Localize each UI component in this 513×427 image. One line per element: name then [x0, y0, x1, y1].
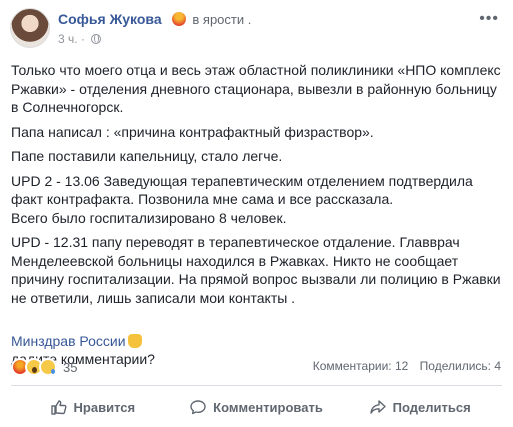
share-button[interactable]: Поделиться — [338, 389, 502, 425]
action-bar: Нравится Комментировать Поделиться — [11, 389, 502, 425]
post-paragraph: Только что моего отца и весь этаж област… — [11, 62, 501, 115]
share-arrow-icon — [369, 400, 386, 414]
like-button[interactable]: Нравится — [11, 389, 175, 425]
post-header: Софья Жукова в ярости . — [58, 11, 251, 27]
comment-icon — [190, 400, 206, 415]
engagement-counts: Комментарии: 12 Поделились: 4 — [305, 359, 501, 373]
post-content: Только что моего отца и весь этаж област… — [11, 61, 501, 369]
mention-link[interactable]: Минздрав России — [11, 333, 126, 349]
avatar[interactable] — [10, 8, 50, 48]
thumbs-up-icon — [50, 400, 67, 415]
divider — [11, 385, 502, 386]
angry-emoji-icon — [171, 12, 186, 26]
sad-icon — [39, 358, 57, 376]
comments-count[interactable]: Комментарии: 12 — [313, 359, 409, 373]
like-label: Нравится — [73, 399, 136, 415]
comment-button[interactable]: Комментировать — [175, 389, 339, 425]
post-paragraph: Папа написал : «причина контрафактный фи… — [11, 123, 374, 140]
reaction-count: 35 — [63, 359, 78, 375]
more-options-icon[interactable]: ••• — [479, 10, 499, 28]
post-meta: 3 ч. · — [58, 32, 102, 46]
globe-icon — [91, 34, 102, 44]
comment-label: Комментировать — [213, 399, 323, 415]
post-paragraph: UPD - 12.31 папу переводят в терапевтиче… — [11, 234, 501, 306]
share-label: Поделиться — [392, 399, 471, 415]
facebook-post: Софья Жукова в ярости . 3 ч. · ••• Тольк… — [0, 0, 513, 427]
author-name[interactable]: Софья Жукова — [58, 11, 162, 27]
timestamp[interactable]: 3 ч. · — [58, 32, 85, 46]
feeling-text: в ярости . — [192, 12, 252, 27]
post-paragraph: UPD 2 - 13.06 Заведующая терапевтическим… — [11, 172, 473, 226]
clapping-hands-icon — [127, 333, 142, 348]
reactions-summary[interactable]: 35 — [11, 356, 77, 378]
post-paragraph: Папе поставили капельницу, стало легче. — [11, 148, 283, 164]
shares-count[interactable]: Поделились: 4 — [420, 359, 501, 373]
